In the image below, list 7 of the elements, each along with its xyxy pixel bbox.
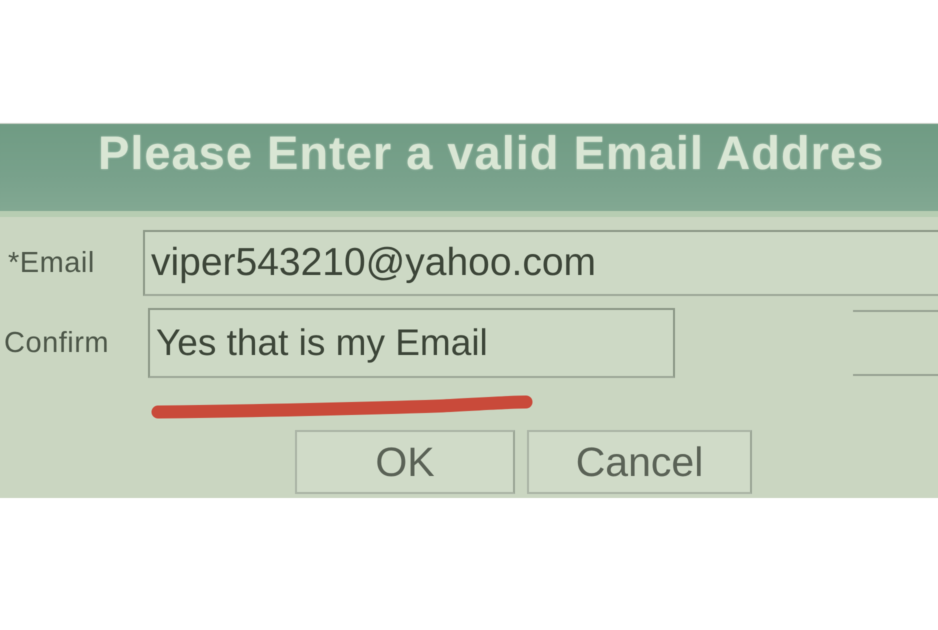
field-label: *Email xyxy=(7,246,96,280)
dialog-button[interactable]: OK xyxy=(295,430,515,494)
input-field[interactable]: Yes that is my Email xyxy=(148,308,675,378)
dialog-button[interactable]: Cancel xyxy=(527,430,752,494)
dialog-title: Please Enter a valid Email Addres xyxy=(98,125,884,181)
field-label: Confirm xyxy=(3,326,110,360)
input-field[interactable]: viper543210@yahoo.com xyxy=(143,230,938,296)
